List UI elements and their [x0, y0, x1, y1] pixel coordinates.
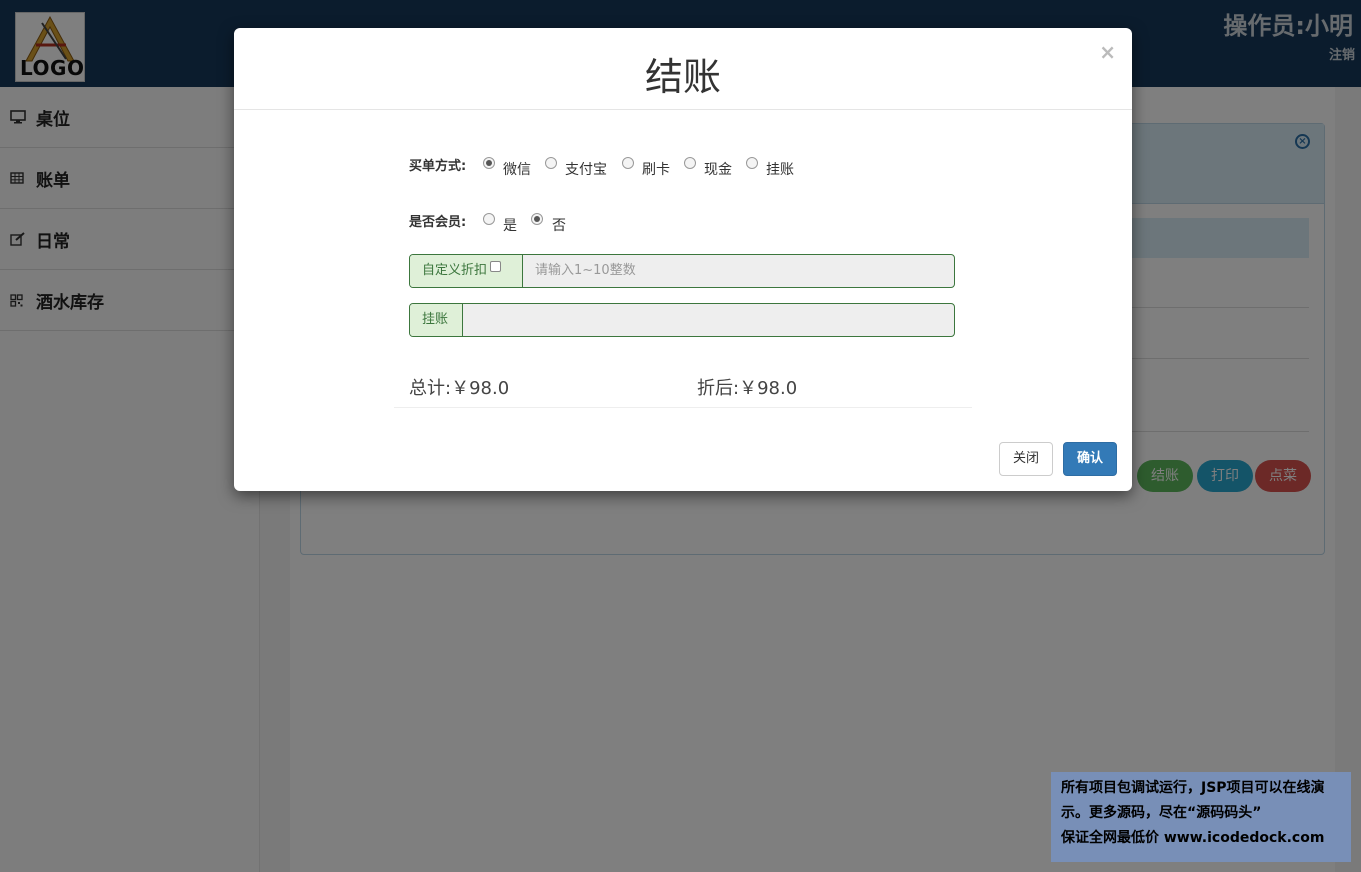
- total-amount: 总计:￥98.0: [409, 378, 510, 399]
- member-label: 是否会员:: [409, 215, 467, 230]
- radio-label: 支付宝: [565, 162, 607, 178]
- checkout-modal: 结账 × 买单方式: 微信 支付宝 刷卡 现金 挂账 是否会员: 是 否 自定义…: [234, 28, 1132, 491]
- payment-method-label: 买单方式:: [409, 159, 467, 174]
- watermark-banner: 所有项目包调试运行，JSP项目可以在线演 示。更多源码，尽在“源码码头” 保证全…: [1051, 772, 1351, 862]
- discounted-amount: 折后:￥98.0: [697, 378, 798, 399]
- radio-alipay[interactable]: [545, 157, 557, 169]
- discount-addon-label: 自定义折扣: [422, 263, 488, 278]
- radio-label: 刷卡: [642, 162, 670, 178]
- radio-member-no[interactable]: [531, 213, 543, 225]
- radio-credit[interactable]: [746, 157, 758, 169]
- credit-addon: 挂账: [410, 304, 463, 336]
- discount-input[interactable]: 请输入1~10整数: [523, 255, 954, 287]
- radio-wechat[interactable]: [483, 157, 495, 169]
- credit-input[interactable]: [463, 304, 954, 336]
- radio-member-yes[interactable]: [483, 213, 495, 225]
- radio-label: 挂账: [766, 162, 794, 178]
- radio-label: 否: [552, 218, 566, 234]
- discount-addon: 自定义折扣: [410, 255, 523, 287]
- confirm-button[interactable]: 确认: [1063, 442, 1117, 476]
- watermark-line: 示。更多源码，尽在“源码码头”: [1061, 805, 1262, 821]
- watermark-line: 保证全网最低价 www.icodedock.com: [1061, 830, 1325, 846]
- radio-label: 现金: [704, 162, 732, 178]
- close-icon[interactable]: ×: [1099, 42, 1116, 62]
- radio-cash[interactable]: [684, 157, 696, 169]
- credit-input-group: 挂账: [409, 303, 955, 337]
- radio-label: 微信: [503, 162, 531, 178]
- modal-header: 结账 ×: [234, 28, 1132, 110]
- close-button[interactable]: 关闭: [999, 442, 1053, 476]
- modal-title: 结账: [644, 55, 721, 99]
- watermark-line: 所有项目包调试运行，JSP项目可以在线演: [1061, 780, 1325, 796]
- discount-checkbox[interactable]: [490, 261, 502, 272]
- radio-label: 是: [503, 218, 517, 234]
- discount-input-group: 自定义折扣 请输入1~10整数: [409, 254, 955, 288]
- radio-card[interactable]: [622, 157, 634, 169]
- divider: [394, 407, 972, 408]
